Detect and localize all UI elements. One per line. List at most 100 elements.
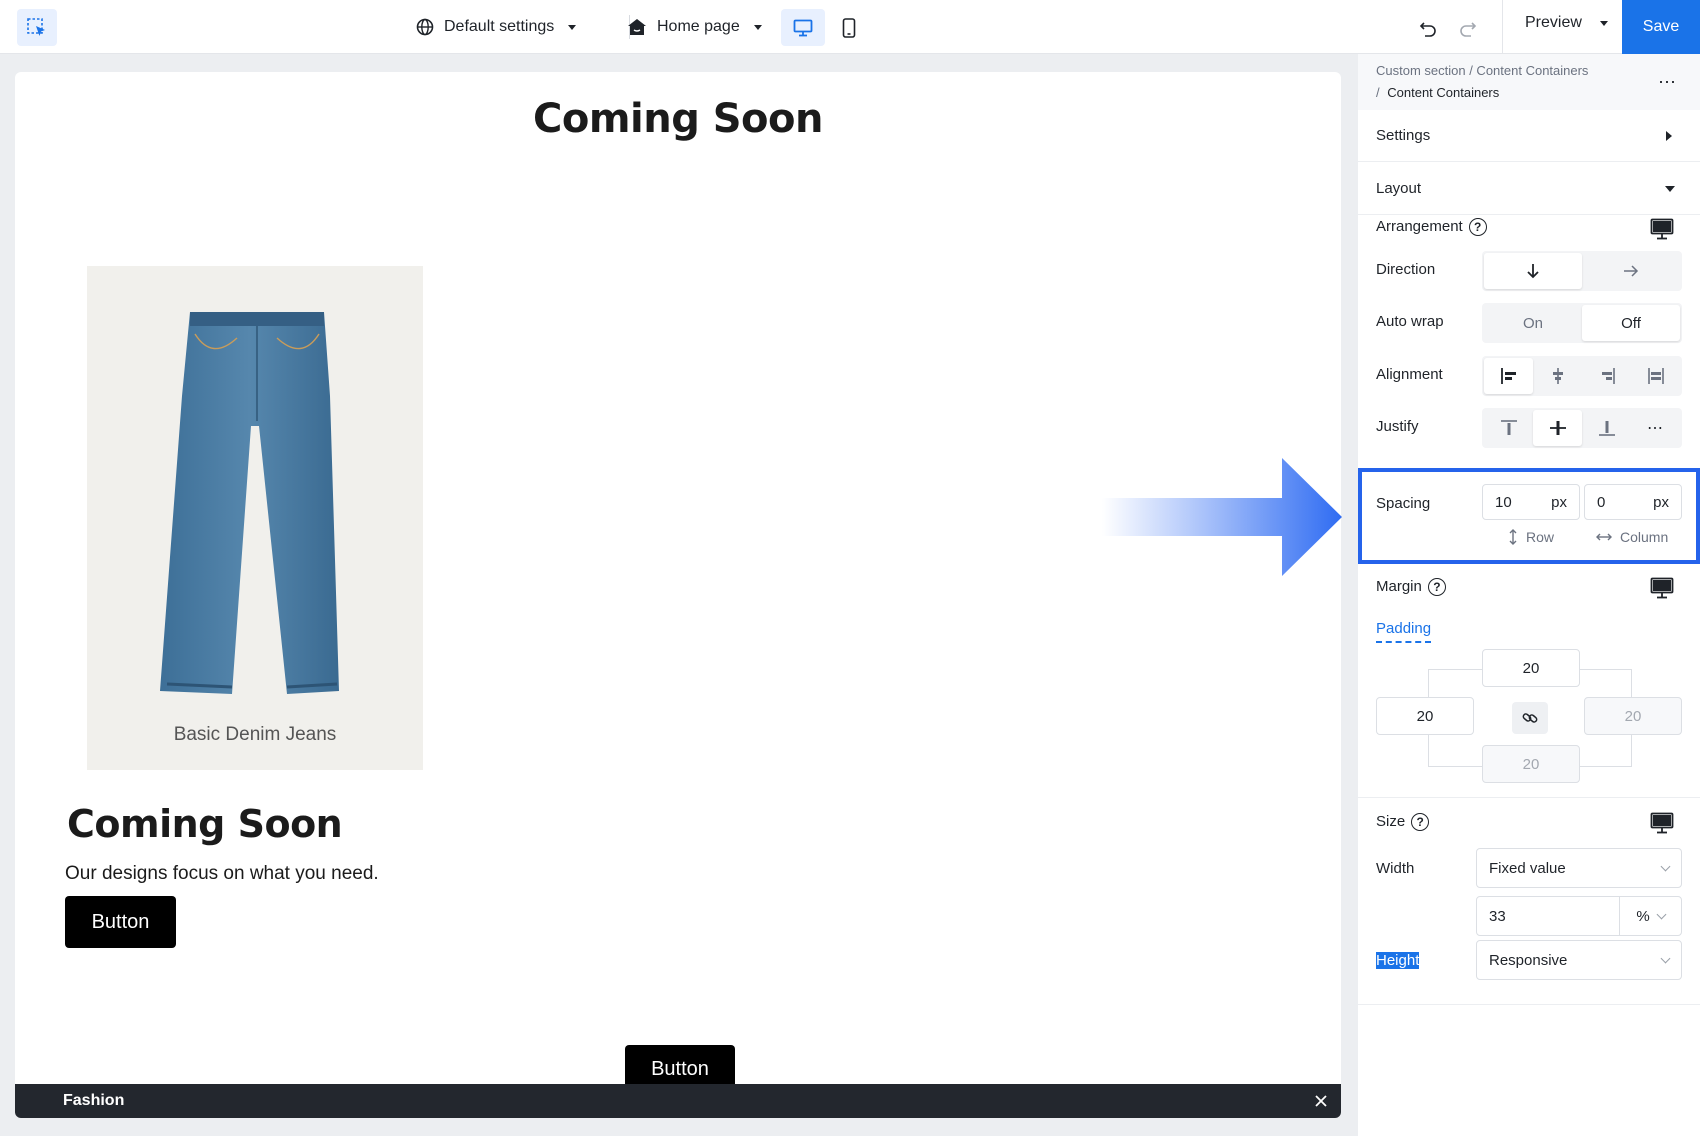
auto-wrap-on-option[interactable]: On: [1484, 305, 1582, 341]
mobile-icon: [842, 17, 856, 38]
size-label: Size: [1376, 813, 1406, 830]
product-name: Basic Denim Jeans: [173, 724, 337, 745]
align-stretch-icon: [1647, 368, 1664, 384]
justify-center-icon: [1549, 421, 1566, 435]
alignment-toggle: [1482, 356, 1682, 396]
more-icon: ⋯: [1647, 420, 1664, 437]
spacing-highlight-frame: [1358, 468, 1700, 564]
card-description[interactable]: Our designs focus on what you need.: [65, 863, 379, 885]
redo-button[interactable]: [1456, 16, 1480, 40]
justify-bottom-icon: [1598, 421, 1615, 436]
preview-dropdown[interactable]: Preview: [1525, 14, 1608, 32]
card-button[interactable]: Button: [65, 896, 176, 948]
width-unit: %: [1636, 907, 1650, 925]
width-value-input[interactable]: 33 %: [1476, 896, 1682, 936]
more-options-icon[interactable]: ⋯: [1658, 72, 1677, 93]
align-right-icon: [1601, 368, 1615, 384]
align-left-icon: [1500, 368, 1516, 384]
chevron-down-icon: [1599, 20, 1608, 26]
page-dropdown[interactable]: Home page: [627, 14, 762, 40]
auto-wrap-label: Auto wrap: [1376, 313, 1444, 330]
divider: [1358, 1004, 1700, 1005]
breadcrumb-parent[interactable]: Custom section / Content Containers: [1376, 63, 1588, 78]
padding-tab[interactable]: Padding: [1376, 620, 1432, 643]
chevron-down-icon: [753, 24, 762, 30]
desktop-icon[interactable]: [1650, 577, 1674, 599]
width-label: Width: [1376, 860, 1415, 877]
settings-label: Settings: [1376, 127, 1431, 144]
undo-button[interactable]: [1416, 16, 1440, 40]
justify-center-option[interactable]: [1533, 410, 1582, 446]
padding-top-input[interactable]: 20: [1482, 649, 1580, 687]
height-mode-value: Responsive: [1489, 951, 1568, 969]
top-toolbar: Default settings Home page Preview Save: [0, 0, 1700, 54]
breadcrumb-current-label: Content Containers: [1387, 85, 1500, 100]
save-button[interactable]: Save: [1622, 0, 1700, 54]
chevron-down-icon: [1656, 909, 1667, 919]
desktop-icon[interactable]: [1650, 812, 1674, 834]
help-icon[interactable]: ?: [1468, 218, 1487, 237]
link-values-button[interactable]: [1512, 702, 1548, 734]
redo-icon: [1460, 22, 1477, 37]
select-cursor-icon: [27, 17, 45, 36]
width-value: 33: [1489, 907, 1506, 925]
justify-top-icon: [1500, 420, 1517, 435]
undo-icon: [1419, 22, 1436, 37]
layout-section-header[interactable]: Layout: [1358, 163, 1700, 215]
breadcrumb-current: / Content Containers: [1376, 85, 1499, 100]
help-icon[interactable]: ?: [1427, 578, 1446, 597]
direction-toggle: [1482, 251, 1682, 291]
editor-canvas[interactable]: Coming Soon Basic Denim Jeans Coming Soo…: [15, 72, 1341, 1118]
globe-icon: [416, 18, 434, 36]
align-center-option[interactable]: [1533, 358, 1582, 394]
size-heading: Size?: [1376, 813, 1430, 832]
card-heading[interactable]: Coming Soon: [67, 802, 343, 846]
chevron-down-icon: [1660, 861, 1671, 871]
chevron-down-icon: [568, 24, 577, 30]
height-mode-select[interactable]: Responsive: [1476, 940, 1682, 980]
site-settings-label: Default settings: [444, 18, 555, 35]
close-section-button[interactable]: [1311, 1091, 1331, 1111]
page-heading[interactable]: Coming Soon: [15, 96, 1341, 142]
direction-label: Direction: [1376, 261, 1436, 278]
direction-vertical-option[interactable]: [1484, 253, 1582, 289]
mobile-view-button[interactable]: [827, 9, 871, 46]
breadcrumb-separator: /: [1376, 85, 1380, 100]
justify-end-option[interactable]: [1582, 410, 1631, 446]
breadcrumb: Custom section / Content Containers / Co…: [1358, 54, 1700, 110]
auto-wrap-off-option[interactable]: Off: [1582, 305, 1680, 341]
caret-down-icon: [1665, 186, 1675, 192]
settings-section-header[interactable]: Settings: [1358, 110, 1700, 162]
padding-left-input[interactable]: 20: [1376, 697, 1474, 735]
section-label-bar: Fashion: [15, 1084, 1341, 1118]
arrangement-label: Arrangement: [1376, 218, 1463, 235]
section-name: Fashion: [63, 1092, 125, 1109]
product-image[interactable]: Basic Denim Jeans: [87, 266, 423, 770]
divider: [1358, 797, 1700, 798]
justify-more-option[interactable]: ⋯: [1631, 410, 1680, 446]
width-unit-select[interactable]: %: [1619, 897, 1681, 935]
layout-label: Layout: [1376, 180, 1422, 197]
highlight-arrow-icon: [1102, 458, 1342, 576]
help-icon[interactable]: ?: [1411, 813, 1430, 832]
direction-horizontal-option[interactable]: [1582, 253, 1680, 289]
select-tool-button[interactable]: [17, 9, 57, 46]
justify-start-option[interactable]: [1484, 410, 1533, 446]
align-left-option[interactable]: [1484, 358, 1533, 394]
chevron-down-icon: [1660, 953, 1671, 963]
padding-right-input[interactable]: 20: [1584, 697, 1682, 735]
width-mode-select[interactable]: Fixed value: [1476, 848, 1682, 888]
site-settings-dropdown[interactable]: Default settings: [416, 14, 577, 40]
preview-label: Preview: [1525, 14, 1582, 31]
width-mode-value: Fixed value: [1489, 859, 1566, 877]
desktop-icon[interactable]: [1650, 218, 1674, 240]
align-right-option[interactable]: [1582, 358, 1631, 394]
arrow-down-icon: [1527, 264, 1539, 279]
properties-panel: Custom section / Content Containers / Co…: [1358, 54, 1700, 1136]
close-icon: [1315, 1095, 1327, 1107]
padding-bottom-input[interactable]: 20: [1482, 745, 1580, 783]
desktop-view-button[interactable]: [781, 9, 825, 46]
arrangement-heading: Arrangement?: [1376, 218, 1487, 237]
height-label: Height: [1376, 952, 1420, 969]
align-stretch-option[interactable]: [1631, 358, 1680, 394]
